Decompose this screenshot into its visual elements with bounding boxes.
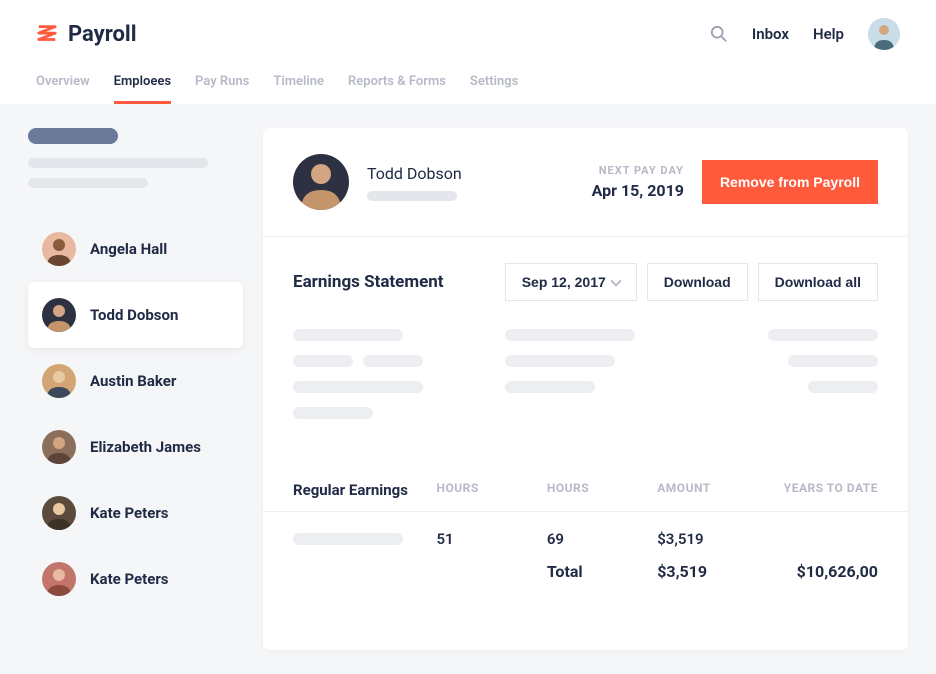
employee-item[interactable]: Kate Peters	[28, 546, 243, 612]
placeholder	[28, 158, 208, 168]
sidebar-filter-pill[interactable]	[28, 128, 118, 144]
employee-item[interactable]: Angela Hall	[28, 216, 243, 282]
tab-pay-runs[interactable]: Pay Runs	[195, 66, 249, 104]
cell-hours: 51	[436, 530, 546, 548]
placeholder	[28, 178, 148, 188]
employee-name: Todd Dobson	[90, 306, 178, 324]
cell-amount: $3,519	[657, 530, 767, 548]
brand: Payroll	[36, 22, 137, 47]
col-hours: HOURS	[547, 481, 657, 499]
download-button[interactable]: Download	[647, 263, 748, 301]
regular-earnings-label: Regular Earnings	[293, 481, 436, 499]
brand-icon	[36, 23, 58, 45]
employee-name: Angela Hall	[90, 240, 167, 258]
tab-settings[interactable]: Settings	[470, 66, 518, 104]
download-all-button[interactable]: Download all	[758, 263, 878, 301]
tab-timeline[interactable]: Timeline	[273, 66, 324, 104]
employee-item[interactable]: Austin Baker	[28, 348, 243, 414]
avatar	[42, 298, 76, 332]
avatar	[42, 562, 76, 596]
avatar	[42, 364, 76, 398]
placeholder	[367, 191, 457, 201]
tab-overview[interactable]: Overview	[36, 66, 90, 104]
next-pay-label: NEXT PAY DAY	[592, 164, 684, 177]
next-pay-date: Apr 15, 2019	[592, 181, 684, 200]
next-pay-day: NEXT PAY DAY Apr 15, 2019	[592, 164, 684, 200]
avatar	[42, 430, 76, 464]
employee-title: Todd Dobson	[367, 164, 592, 183]
earnings-statement-title: Earnings Statement	[293, 272, 495, 292]
employee-name: Elizabeth James	[90, 438, 201, 456]
earnings-row: 51 69 $3,519	[263, 512, 908, 554]
tab-reports[interactable]: Reports & Forms	[348, 66, 446, 104]
employee-item[interactable]: Todd Dobson	[28, 282, 243, 348]
statement-date-select[interactable]: Sep 12, 2017	[505, 263, 637, 301]
placeholder	[293, 533, 403, 545]
employee-name: Kate Peters	[90, 570, 169, 588]
employee-item[interactable]: Kate Peters	[28, 480, 243, 546]
search-icon[interactable]	[710, 25, 728, 43]
avatar	[42, 232, 76, 266]
help-link[interactable]: Help	[813, 25, 844, 43]
employee-name: Austin Baker	[90, 372, 176, 390]
total-ytd: $10,626,00	[768, 562, 878, 581]
total-label: Total	[547, 562, 657, 581]
total-amount: $3,519	[657, 562, 767, 581]
current-user-avatar[interactable]	[868, 18, 900, 50]
employee-item[interactable]: Elizabeth James	[28, 414, 243, 480]
app-title: Payroll	[68, 22, 137, 47]
col-amount: AMOUNT	[657, 481, 767, 499]
earnings-table-header: Regular Earnings HOURS HOURS AMOUNT YEAR…	[263, 463, 908, 512]
earnings-total-row: Total $3,519 $10,626,00	[263, 554, 908, 599]
inbox-link[interactable]: Inbox	[752, 25, 789, 43]
tab-employees[interactable]: Emploees	[114, 66, 171, 104]
tabs: Overview Emploees Pay Runs Timeline Repo…	[36, 66, 900, 104]
cell-hours: 69	[547, 530, 657, 548]
statement-placeholder-grid	[293, 329, 878, 433]
chevron-down-icon	[610, 275, 621, 286]
employee-avatar	[293, 154, 349, 210]
employee-name: Kate Peters	[90, 504, 169, 522]
statement-date-value: Sep 12, 2017	[522, 274, 606, 290]
sidebar: Angela Hall Todd Dobson Austin Baker Eli…	[28, 128, 243, 650]
employee-list: Angela Hall Todd Dobson Austin Baker Eli…	[28, 216, 243, 612]
col-hours: HOURS	[436, 481, 546, 499]
col-ytd: YEARS TO DATE	[768, 481, 878, 499]
employee-detail-card: Todd Dobson NEXT PAY DAY Apr 15, 2019 Re…	[263, 128, 908, 650]
avatar	[42, 496, 76, 530]
topbar: Payroll Inbox Help Overview Emploees Pay…	[0, 0, 936, 104]
remove-from-payroll-button[interactable]: Remove from Payroll	[702, 160, 878, 204]
